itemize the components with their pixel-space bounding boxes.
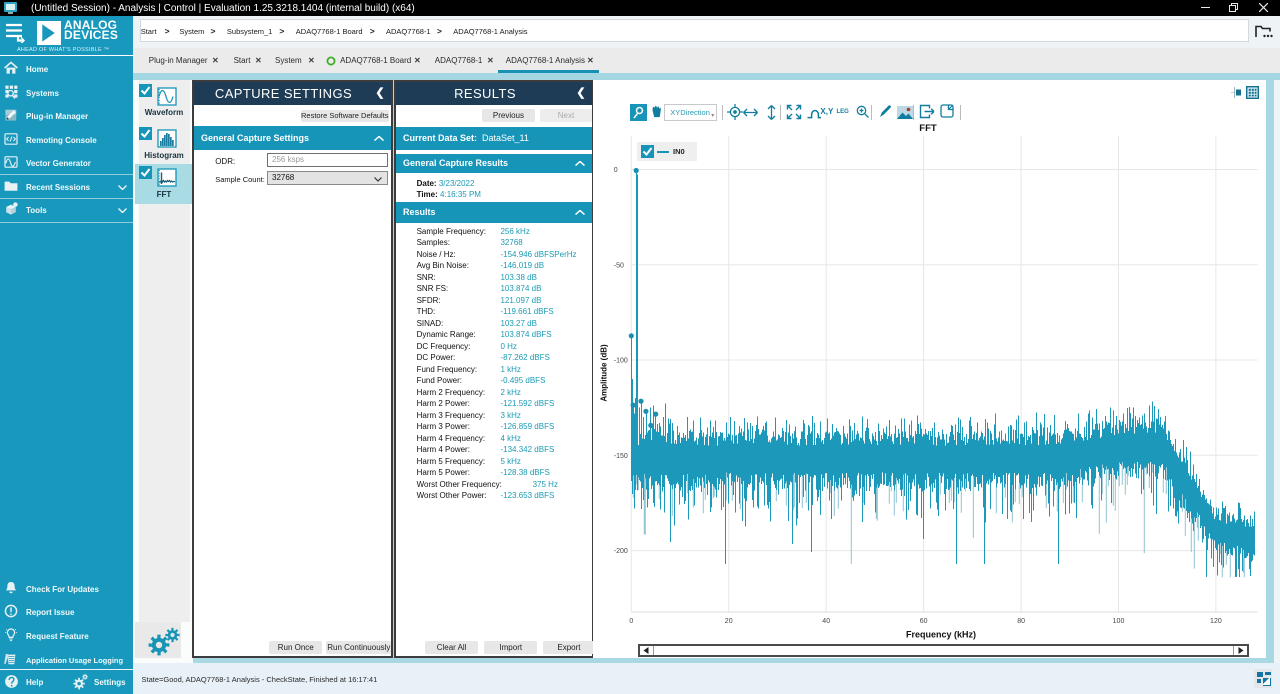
svg-text:0: 0	[629, 618, 633, 625]
svg-text:120: 120	[1210, 618, 1222, 625]
svg-text:20: 20	[725, 618, 733, 625]
svg-text:Frequency (kHz): Frequency (kHz)	[906, 630, 976, 640]
svg-text:0: 0	[614, 167, 618, 174]
svg-text:-100: -100	[614, 358, 628, 365]
svg-text:-200: -200	[614, 548, 628, 555]
svg-text:Amplitude (dB): Amplitude (dB)	[600, 344, 609, 402]
svg-text:100: 100	[1113, 618, 1125, 625]
svg-text:-50: -50	[614, 262, 624, 269]
svg-text:80: 80	[1017, 618, 1025, 625]
svg-text:-150: -150	[614, 453, 628, 460]
svg-text:40: 40	[822, 618, 830, 625]
svg-text:60: 60	[920, 618, 928, 625]
